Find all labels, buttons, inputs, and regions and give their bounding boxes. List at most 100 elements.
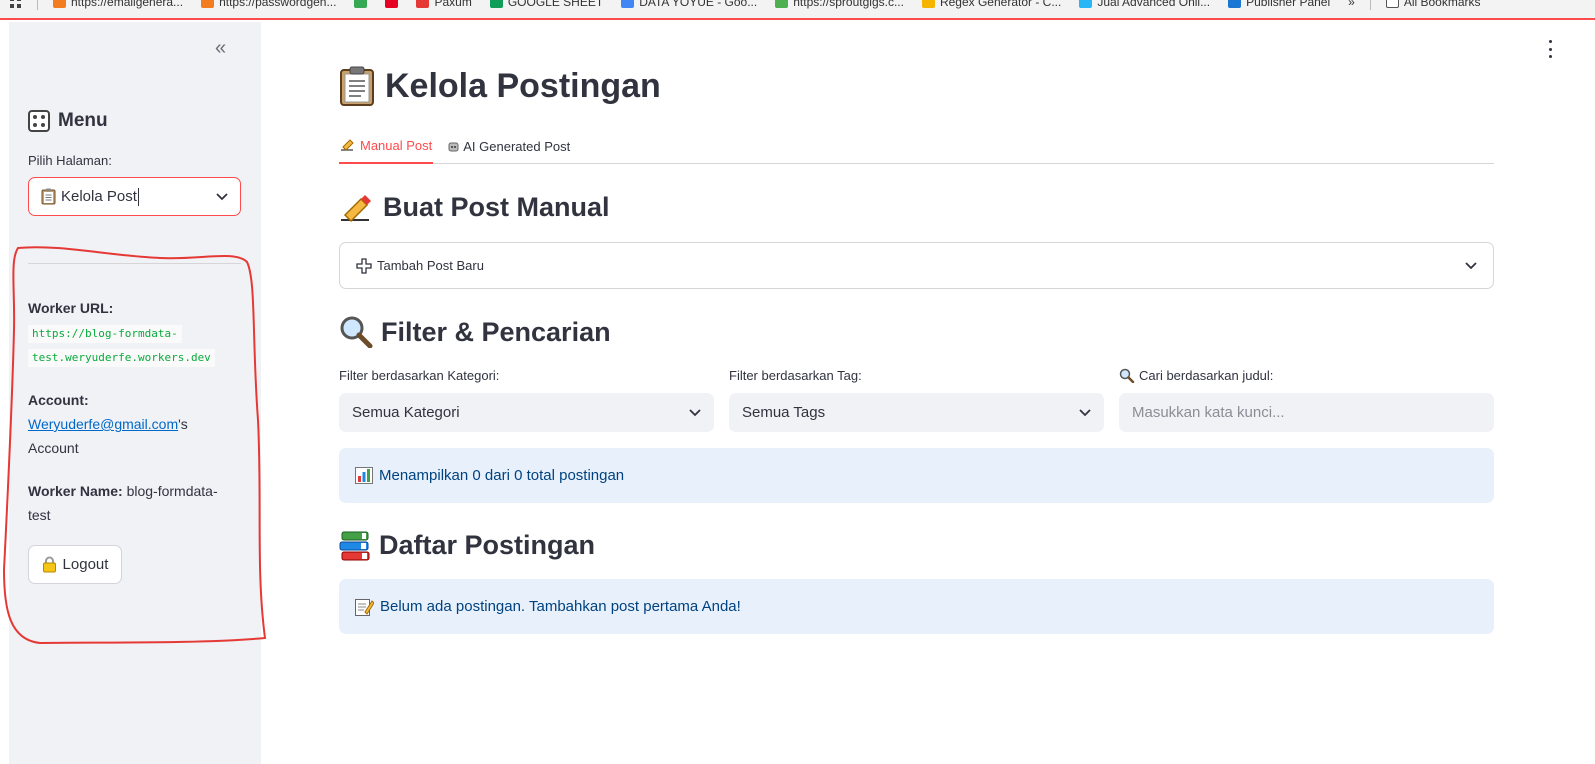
logout-button[interactable]: Logout: [28, 545, 122, 584]
bookmarks-more-button[interactable]: »: [1339, 0, 1364, 9]
menu-heading: Menu: [28, 110, 108, 132]
bookmark-item[interactable]: https://passwordgen...: [192, 0, 345, 9]
page-select-value: Kelola Post: [61, 188, 137, 205]
bookmark-item[interactable]: https://emailgenera...: [44, 0, 192, 9]
bookmark-label: Regex Generator - C...: [939, 0, 1062, 9]
logout-label: Logout: [62, 556, 109, 573]
search-label-text: Cari berdasarkan judul:: [1139, 368, 1274, 383]
all-bookmarks-button[interactable]: All Bookmarks: [1377, 0, 1490, 9]
text-cursor: [137, 187, 139, 206]
empty-posts-text: Belum ada postingan. Tambahkan post pert…: [380, 598, 741, 615]
showing-info-text: Menampilkan 0 dari 0 total postingan: [379, 467, 625, 484]
post-list-heading-text: Daftar Postingan: [379, 530, 596, 560]
worker-name-block: Worker Name: blog-formdata- test: [28, 479, 243, 527]
bookmark-item[interactable]: Paxum: [407, 0, 480, 9]
bookmark-favicon-icon: [921, 0, 935, 8]
all-bookmarks-label: All Bookmarks: [1403, 0, 1481, 9]
search-input[interactable]: [1119, 393, 1494, 432]
lock-icon: [42, 556, 57, 573]
add-post-expander[interactable]: Tambah Post Baru: [339, 242, 1494, 289]
worker-name-value: blog-formdata-: [126, 483, 218, 499]
bookmark-favicon-icon: [775, 0, 789, 8]
clipboard-icon: [41, 188, 56, 205]
collapse-sidebar-icon[interactable]: «: [215, 38, 226, 58]
bookmark-label: Paxum: [434, 0, 472, 9]
account-label: Account:: [28, 392, 89, 408]
window-edge: [0, 22, 9, 764]
tab-bar: Manual Post AI Generated Post: [339, 128, 1494, 164]
manual-post-heading: Buat Post Manual: [339, 192, 610, 223]
sidebar: « Menu Pilih Halaman: Kelola Post Worker…: [9, 22, 261, 764]
worker-url-value: https://blog-formdata-: [28, 325, 182, 343]
bookmark-item[interactable]: Regex Generator - C...: [913, 0, 1070, 9]
account-suffix: 's: [178, 416, 188, 432]
bookmark-label: https://passwordgen...: [219, 0, 337, 9]
bookmark-item[interactable]: GOOGLE SHEET: [481, 0, 612, 9]
filter-heading-text: Filter & Pencarian: [381, 316, 611, 347]
tag-filter-label: Filter berdasarkan Tag:: [729, 368, 862, 383]
bookmark-item[interactable]: DATA YOYUE - Goo...: [612, 0, 766, 9]
page-title: Kelola Postingan: [339, 66, 661, 106]
plus-icon: [356, 257, 372, 274]
bookmark-item[interactable]: https://sproutgigs.c...: [766, 0, 913, 9]
sidebar-divider: [28, 263, 241, 264]
account-block: Account: Weryuderfe@gmail.com's Account: [28, 388, 243, 460]
bookmark-item[interactable]: [376, 0, 407, 8]
bookmark-favicon-icon: [1228, 0, 1242, 8]
main-menu-kebab-icon[interactable]: [1545, 40, 1555, 58]
showing-info-alert: Menampilkan 0 dari 0 total postingan: [339, 448, 1494, 503]
empty-posts-alert: Belum ada postingan. Tambahkan post pert…: [339, 579, 1494, 634]
chevron-down-icon: [689, 408, 701, 417]
worker-url-block: Worker URL: https://blog-formdata- test.…: [28, 296, 215, 368]
filter-heading: Filter & Pencarian: [339, 316, 611, 348]
bookmark-label: https://sproutgigs.c...: [793, 0, 904, 9]
search-icon: [1119, 368, 1135, 383]
bookmark-item[interactable]: [345, 0, 376, 8]
magnifier-icon: [339, 316, 373, 348]
writing-hand-icon: [340, 138, 356, 152]
bookmark-favicon-icon: [1079, 0, 1093, 8]
clipboard-icon: [339, 66, 375, 106]
bookmark-favicon-icon: [489, 0, 503, 8]
category-filter-label: Filter berdasarkan Kategori:: [339, 368, 500, 383]
manual-post-heading-text: Buat Post Manual: [383, 192, 610, 222]
bookmarks-more-label: »: [1348, 0, 1355, 9]
account-email-link[interactable]: Weryuderfe@gmail.com: [28, 416, 178, 432]
bookmark-favicon-icon: [416, 0, 430, 8]
bookmark-label: Jual Advanced Onli...: [1097, 0, 1211, 9]
page-select[interactable]: Kelola Post: [28, 177, 241, 216]
post-list-heading: Daftar Postingan: [339, 530, 595, 561]
tab-ai-generated-post[interactable]: AI Generated Post: [447, 128, 571, 164]
bookmark-item[interactable]: Jual Advanced Onli...: [1070, 0, 1219, 9]
worker-url-value-cont: test.weryuderfe.workers.dev: [28, 349, 215, 367]
bar-chart-icon: [355, 467, 373, 484]
add-post-label: Tambah Post Baru: [377, 258, 484, 273]
bookmark-favicon-icon: [53, 0, 66, 8]
tab-ai-generated-post-label: AI Generated Post: [463, 138, 571, 154]
apps-icon[interactable]: [0, 0, 31, 8]
tab-manual-post-label: Manual Post: [360, 137, 433, 153]
category-select[interactable]: Semua Kategori: [339, 393, 714, 432]
bookmark-label: DATA YOYUE - Goo...: [639, 0, 758, 9]
bookmarks-divider: [1369, 0, 1371, 10]
bookmark-item[interactable]: Publisher Panel: [1219, 0, 1339, 9]
memo-icon: [355, 598, 374, 616]
bookmark-favicon-icon: [354, 0, 368, 8]
tab-manual-post[interactable]: Manual Post: [339, 128, 434, 164]
tag-select-value: Semua Tags: [742, 404, 826, 421]
books-icon: [339, 531, 371, 561]
tag-select[interactable]: Semua Tags: [729, 393, 1104, 432]
chevron-down-icon: [1079, 408, 1091, 417]
bookmark-favicon-icon: [621, 0, 635, 8]
menu-title: Menu: [58, 110, 108, 131]
pick-page-label: Pilih Halaman:: [28, 153, 112, 168]
bookmarks-bar: https://emailgenera... https://passwordge…: [0, 0, 1595, 20]
bookmark-favicon-icon: [385, 0, 399, 8]
worker-url-label: Worker URL:: [28, 300, 114, 316]
bookmark-favicon-icon: [201, 0, 215, 8]
bookmark-label: GOOGLE SHEET: [507, 0, 604, 9]
chevron-down-icon: [216, 192, 228, 201]
account-word: Account: [28, 440, 79, 456]
worker-name-label: Worker Name:: [28, 483, 123, 499]
bookmark-label: Publisher Panel: [1246, 0, 1331, 9]
